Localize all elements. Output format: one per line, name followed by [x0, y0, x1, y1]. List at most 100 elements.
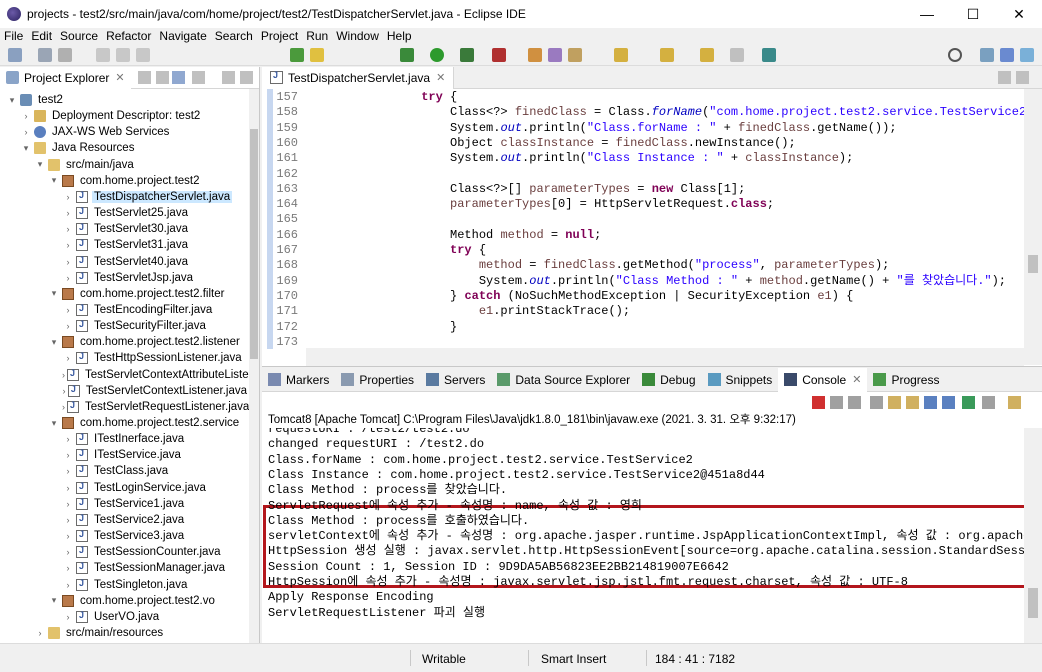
save-icon[interactable]	[38, 48, 52, 62]
new-icon[interactable]	[8, 48, 22, 62]
code-line[interactable]: 158 Class<?> finedClass = Class.forName(…	[262, 105, 1042, 120]
debug-run-icon[interactable]	[290, 48, 304, 62]
tree-item[interactable]: › TestSessionManager.java	[0, 560, 249, 576]
collapse-arrow-icon[interactable]: ›	[62, 515, 74, 525]
tree-item[interactable]: › TestLoginService.java	[0, 480, 249, 496]
tab-snippets[interactable]: Snippets	[702, 368, 779, 392]
close-icon[interactable]: ✕	[436, 71, 445, 84]
collapse-arrow-icon[interactable]: ›	[62, 499, 74, 509]
menu-file[interactable]: File	[0, 28, 27, 44]
open-type-icon[interactable]	[528, 48, 542, 62]
collapse-arrow-icon[interactable]: ›	[62, 208, 74, 218]
menu-source[interactable]: Source	[56, 28, 102, 44]
expand-arrow-icon[interactable]: ▾	[6, 95, 18, 106]
tab-project-explorer[interactable]: Project Explorer ✕	[0, 66, 131, 89]
tree-item[interactable]: › src/main/resources	[0, 625, 249, 641]
tree-item[interactable]: ▾ src/main/java	[0, 157, 249, 173]
tree-item[interactable]: ▾ Java Resources	[0, 140, 249, 156]
console-vertical-scrollbar[interactable]	[1024, 428, 1042, 643]
terminate-icon[interactable]	[136, 48, 150, 62]
terminate-icon[interactable]	[812, 396, 825, 409]
code-line[interactable]: 162	[262, 167, 1022, 182]
remove-launch-icon[interactable]	[830, 396, 843, 409]
tab-progress[interactable]: Progress	[867, 368, 945, 392]
tree-item[interactable]: › TestSecurityFilter.java	[0, 318, 249, 334]
maximize-editor-icon[interactable]	[1016, 71, 1029, 84]
collapse-arrow-icon[interactable]: ›	[20, 111, 32, 121]
code-line[interactable]: 173	[262, 335, 1022, 349]
expand-arrow-icon[interactable]: ▾	[48, 595, 60, 606]
close-icon[interactable]: ✕	[852, 373, 861, 386]
maximize-view-icon[interactable]	[240, 71, 253, 84]
collapse-arrow-icon[interactable]: ›	[62, 434, 74, 444]
collapse-arrow-icon[interactable]: ›	[62, 483, 74, 493]
menu-refactor[interactable]: Refactor	[102, 28, 155, 44]
close-button[interactable]: ✕	[996, 0, 1042, 28]
tree-item[interactable]: › JAX-WS Web Services	[0, 124, 249, 140]
expand-arrow-icon[interactable]: ▾	[48, 418, 60, 429]
status-cursor-position[interactable]: 184 : 41 : 7182	[655, 652, 735, 666]
maximize-button[interactable]: ☐	[950, 0, 996, 28]
tab-debug[interactable]: Debug	[636, 368, 701, 392]
collapse-arrow-icon[interactable]: ›	[62, 563, 74, 573]
collapse-arrow-icon[interactable]: ›	[62, 273, 74, 283]
tab-test-dispatcher-servlet[interactable]: TestDispatcherServlet.java ✕	[262, 66, 455, 89]
close-icon[interactable]: ✕	[115, 71, 124, 84]
tab-markers[interactable]: Markers	[262, 368, 335, 392]
tree-item[interactable]: ▾ com.home.project.test2	[0, 173, 249, 189]
menu-run[interactable]: Run	[302, 28, 332, 44]
expand-arrow-icon[interactable]: ▾	[20, 143, 32, 154]
collapse-arrow-icon[interactable]: ›	[62, 580, 74, 590]
scrollbar-thumb[interactable]	[250, 129, 258, 359]
code-line[interactable]: 157 try {	[262, 90, 1022, 105]
code-line[interactable]: 169 System.out.println("Class Method : "…	[262, 274, 1022, 289]
bug-icon[interactable]	[400, 48, 414, 62]
coverage-icon[interactable]	[460, 48, 474, 62]
debug-perspective-icon[interactable]	[1020, 48, 1034, 62]
scroll-lock-icon[interactable]	[888, 396, 901, 409]
display-console-icon[interactable]	[982, 396, 995, 409]
status-insert-mode[interactable]: Smart Insert	[541, 652, 606, 666]
minimize-editor-icon[interactable]	[998, 71, 1011, 84]
clear-console-icon[interactable]	[870, 396, 883, 409]
tree-item[interactable]: › TestService1.java	[0, 496, 249, 512]
code-line[interactable]: 172 }	[262, 320, 1022, 335]
tree-item[interactable]: ▾ com.home.project.test2.filter	[0, 286, 249, 302]
code-line[interactable]: 170 } catch (NoSuchMethodException | Sec…	[262, 289, 1022, 304]
tree-item[interactable]: › TestClass.java	[0, 463, 249, 479]
save-all-icon[interactable]	[58, 48, 72, 62]
tab-servers[interactable]: Servers	[420, 368, 491, 392]
menu-project[interactable]: Project	[257, 28, 302, 44]
menu-search[interactable]: Search	[211, 28, 257, 44]
minimize-button[interactable]: —	[904, 0, 950, 28]
forward-nav-icon[interactable]	[700, 48, 714, 62]
run-icon[interactable]	[430, 48, 444, 62]
tree-item[interactable]: › TestServlet40.java	[0, 254, 249, 270]
tree-item[interactable]: › TestDispatcherServlet.java	[0, 189, 249, 205]
collapse-all-icon[interactable]	[138, 71, 151, 84]
collapse-arrow-icon[interactable]: ›	[62, 612, 74, 622]
code-line[interactable]: 165	[262, 212, 1022, 227]
link-editor-icon[interactable]	[156, 71, 169, 84]
collapse-arrow-icon[interactable]: ›	[62, 547, 74, 557]
open-task-icon[interactable]	[548, 48, 562, 62]
tree-item[interactable]: ▾ com.home.project.test2.service	[0, 415, 249, 431]
annotation-icon[interactable]	[614, 48, 628, 62]
tree-item[interactable]: › TestService2.java	[0, 512, 249, 528]
collapse-arrow-icon[interactable]: ›	[62, 321, 74, 331]
tree-item[interactable]: › UserVO.java	[0, 609, 249, 625]
perspective-icon[interactable]	[980, 48, 994, 62]
project-explorer-scrollbar[interactable]	[249, 89, 259, 643]
code-area[interactable]: 157 try {158 Class<?> finedClass = Class…	[262, 89, 1042, 349]
tree-item[interactable]: › TestHttpSessionListener.java	[0, 350, 249, 366]
open-console-icon[interactable]	[1008, 396, 1021, 409]
tree-item[interactable]: › TestService3.java	[0, 528, 249, 544]
scrollbar-thumb[interactable]	[1028, 255, 1038, 273]
collapse-arrow-icon[interactable]: ›	[62, 305, 74, 315]
collapse-arrow-icon[interactable]: ›	[62, 192, 74, 202]
pin-icon[interactable]	[762, 48, 776, 62]
tab-console[interactable]: Console ✕	[778, 367, 868, 392]
expand-arrow-icon[interactable]: ▾	[48, 337, 60, 348]
tree-item[interactable]: ▾ com.home.project.test2.vo	[0, 593, 249, 609]
tree-item[interactable]: › ITestInerface.java	[0, 431, 249, 447]
